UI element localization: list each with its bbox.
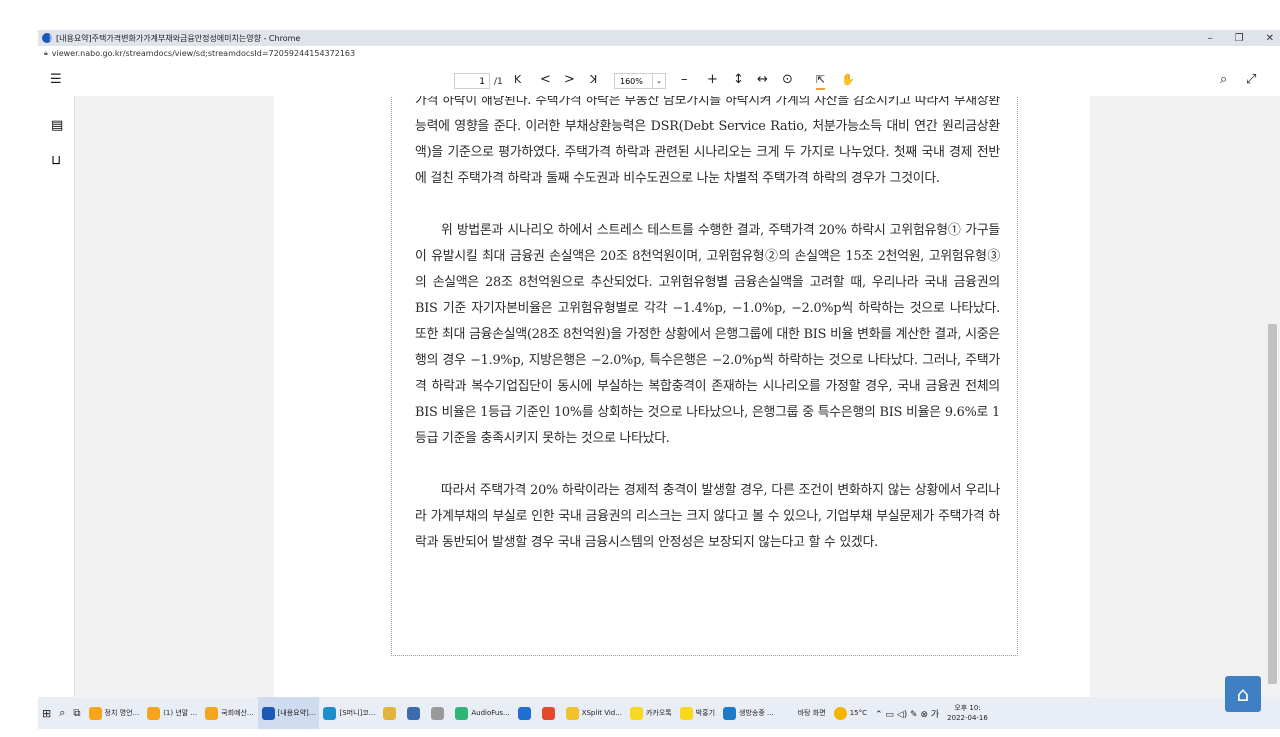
home-icon[interactable]: ⌂ <box>1225 676 1261 712</box>
app-icon <box>323 706 337 720</box>
taskbar-item[interactable]: 바탕 화면 <box>778 697 830 729</box>
paragraph-3: 따라서 주택가격 20% 하락이라는 경제적 충격이 발생할 경우, 다른 조건… <box>415 483 1000 550</box>
url-text[interactable]: viewer.nabo.go.kr/streamdocs/view/sd;str… <box>52 49 355 58</box>
taskbar-item[interactable]: XSplit Vid... <box>562 697 626 729</box>
taskbar-item-label: XSplit Vid... <box>581 709 622 717</box>
taskbar-item[interactable]: [내용요약]... <box>257 697 320 729</box>
search-icon[interactable]: ⌕ <box>55 697 69 729</box>
lock-icon: 🔒︎ <box>44 48 48 57</box>
app-icon <box>629 706 643 720</box>
zoom-value: 160% <box>620 77 643 86</box>
close-button[interactable]: ✕ <box>1266 33 1274 44</box>
taskbar-item[interactable]: (1) 년말 ... <box>143 697 201 729</box>
app-icon <box>517 706 531 720</box>
app-icon <box>781 706 795 720</box>
taskbar-item-label: 박홍기 <box>695 709 716 717</box>
window-titlebar: [내용요약]주택가격변화가가계부채와금융안정성에미치는영향 - Chrome –… <box>38 30 1280 46</box>
taskbar-item[interactable] <box>514 697 538 729</box>
taskbar-item[interactable]: 카카오톡 <box>626 697 676 729</box>
maximize-button[interactable]: ❐ <box>1235 33 1244 44</box>
taskbar-item-label: 국회예산... <box>221 709 254 717</box>
top-strip <box>0 0 1280 30</box>
scrollbar-thumb[interactable] <box>1268 324 1277 684</box>
taskbar-item[interactable]: [S머니]코... <box>319 697 379 729</box>
taskbar-item[interactable]: AudioFus... <box>451 697 513 729</box>
page-number-input[interactable]: 1 <box>454 73 490 89</box>
app-icon <box>88 706 102 720</box>
fit-width-button[interactable]: ↔ <box>757 72 768 88</box>
vertical-scrollbar[interactable] <box>1265 96 1280 697</box>
app-icon <box>541 706 555 720</box>
app-icon <box>407 706 421 720</box>
window-controls: – ❐ ✕ <box>1208 30 1274 46</box>
taskbar-item-label: AudioFus... <box>471 709 510 717</box>
select-tool-button[interactable]: ⇱ <box>816 72 826 90</box>
task-view-icon[interactable]: ⧉ <box>69 697 84 729</box>
taskbar-item[interactable]: 생방송중 ... <box>719 697 778 729</box>
left-side-panel: ▤ ⊓ › <box>38 96 82 697</box>
next-page-button[interactable]: > <box>564 72 575 88</box>
app-icon <box>147 706 161 720</box>
zoom-out-button[interactable]: – <box>681 72 688 88</box>
chrome-app-icon <box>42 33 52 43</box>
document-viewer: 가격 하락이 해당된다. 주택가격 하락은 부동산 담보가치를 하락시켜 가계의… <box>75 96 1265 697</box>
zoom-select[interactable]: 160% ⌄ <box>614 73 666 89</box>
chevron-down-icon: ⌄ <box>652 74 665 88</box>
clock[interactable]: 오후 10: 2022-04-16 <box>943 697 992 729</box>
weather-text: 15°C <box>849 709 867 717</box>
system-tray[interactable]: ⌃ ▭ ◁) ✎ ⊗ 가 <box>871 697 943 729</box>
taskbar-item[interactable]: 국회예산... <box>201 697 257 729</box>
app-icon <box>383 706 397 720</box>
fit-height-button[interactable]: ↕ <box>733 72 744 88</box>
hand-tool-button[interactable]: ✋ <box>841 72 855 88</box>
app-icon <box>679 706 693 720</box>
first-page-button[interactable]: K <box>514 72 521 88</box>
bookmark-icon[interactable]: ⊓ <box>51 152 61 167</box>
taskbar-item[interactable] <box>379 697 403 729</box>
start-button[interactable]: ⊞ <box>38 697 55 729</box>
window-title: [내용요약]주택가격변화가가계부채와금융안정성에미치는영향 - Chrome <box>56 33 301 43</box>
taskbar-item[interactable] <box>403 697 427 729</box>
clock-time: 오후 10: <box>954 704 981 712</box>
taskbar-item-label: (1) 년말 ... <box>163 709 198 717</box>
paragraph-2: 위 방법론과 시나리오 하에서 스트레스 테스트를 수행한 결과, 주택가격 2… <box>415 223 1000 446</box>
weather-icon <box>833 706 847 720</box>
more-options-button[interactable]: ⊙ <box>782 72 793 88</box>
taskbar-item[interactable]: 정치 명언... <box>85 697 144 729</box>
viewer-toolbar: ☰ 1 /1 K < > ꓘ 160% ⌄ – + ↕ ↔ ⊙ ⇱ ✋ ⌕ ⤢ <box>38 66 1280 97</box>
app-icon <box>261 706 275 720</box>
weather-widget[interactable]: 15°C <box>830 697 871 729</box>
app-icon <box>455 706 469 720</box>
app-icon <box>723 706 737 720</box>
windows-taskbar: ⊞ ⌕ ⧉ 정치 명언... (1) 년말 ... 국회예산... [내용요약]...… <box>38 697 1280 729</box>
taskbar-item-label: 카카오톡 <box>645 709 672 717</box>
taskbar-item[interactable]: 박홍기 <box>676 697 719 729</box>
address-bar[interactable]: 🔒︎ viewer.nabo.go.kr/streamdocs/view/sd;… <box>38 46 1280 60</box>
app-icon <box>431 706 445 720</box>
page-total: /1 <box>494 77 503 87</box>
taskbar-item-label: 정치 명언... <box>104 709 140 717</box>
app-icon <box>205 706 219 720</box>
taskbar-item-label: 생방송중 ... <box>739 709 774 717</box>
prev-page-button[interactable]: < <box>540 72 551 88</box>
taskbar-item[interactable] <box>538 697 562 729</box>
taskbar-item-label: 바탕 화면 <box>797 709 826 717</box>
minimize-button[interactable]: – <box>1208 33 1213 44</box>
taskbar-item-label: [S머니]코... <box>339 709 376 717</box>
taskbar-item[interactable] <box>427 697 451 729</box>
fullscreen-icon[interactable]: ⤢ <box>1246 72 1256 88</box>
taskbar-apps: 정치 명언... (1) 년말 ... 국회예산... [내용요약]... [S머니]코… <box>85 697 830 729</box>
search-icon[interactable]: ⌕ <box>1220 72 1227 88</box>
zoom-in-button[interactable]: + <box>707 72 718 88</box>
bottom-strip <box>0 729 1280 737</box>
last-page-button[interactable]: ꓘ <box>590 72 597 88</box>
app-icon <box>565 706 579 720</box>
thumbnail-icon[interactable]: ▤ <box>51 118 63 133</box>
page-content-area: 가격 하락이 해당된다. 주택가격 하락은 부동산 담보가치를 하락시켜 가계의… <box>391 96 1018 656</box>
menu-icon[interactable]: ☰ <box>50 72 62 88</box>
clock-date: 2022-04-16 <box>947 714 988 722</box>
taskbar-item-label: [내용요약]... <box>277 709 316 717</box>
paragraph-1: 가격 하락이 해당된다. 주택가격 하락은 부동산 담보가치를 하락시켜 가계의… <box>415 96 1000 186</box>
